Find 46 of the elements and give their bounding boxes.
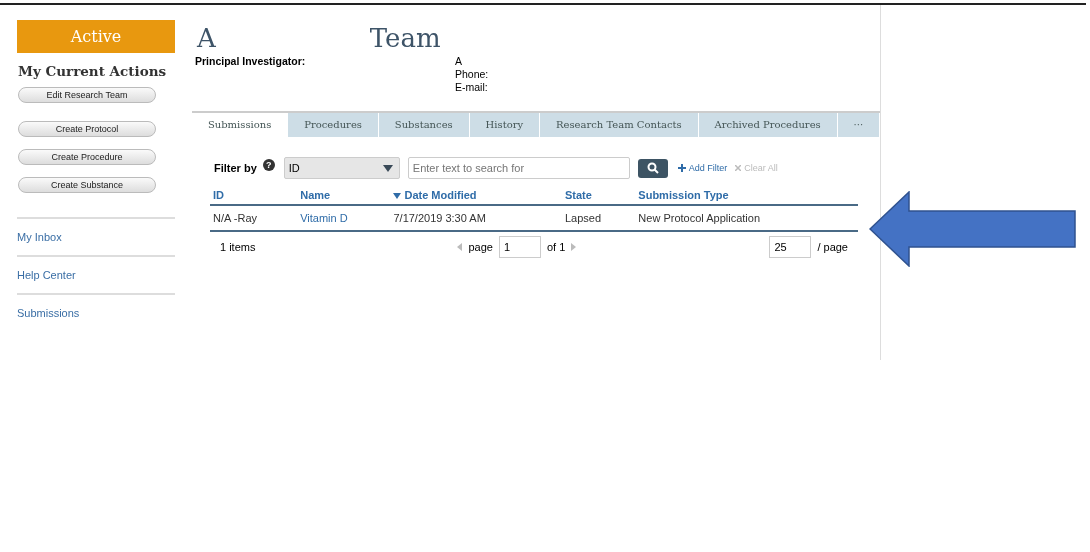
pi-label: Principal Investigator: — [194, 55, 307, 69]
nav-link[interactable]: Submissions — [17, 295, 175, 331]
column-header[interactable]: Submission Type — [635, 186, 858, 205]
sort-icon — [393, 193, 402, 199]
column-header[interactable]: Name — [297, 186, 391, 205]
tab[interactable]: Submissions — [192, 113, 289, 137]
action-button[interactable]: Create Protocol — [18, 121, 156, 137]
search-icon — [646, 162, 659, 174]
nav-link[interactable]: My Inbox — [17, 219, 175, 255]
action-button[interactable]: Create Procedure — [18, 149, 156, 165]
per-page-field[interactable]: 25 — [769, 236, 812, 258]
table-cell: 7/17/2019 3:30 AM — [390, 205, 562, 231]
nav-link[interactable]: Help Center — [17, 257, 175, 293]
pi-name: A — [455, 55, 463, 68]
column-header[interactable]: State — [561, 186, 636, 205]
add-filter-button[interactable]: Add Filter — [673, 163, 728, 173]
filter-dropdown[interactable]: ID — [283, 157, 400, 179]
prev-icon[interactable] — [457, 243, 463, 251]
page-title: A — [197, 23, 216, 53]
item-count: 1 items — [220, 241, 256, 253]
table-cell: Lapsed — [561, 205, 636, 231]
next-icon[interactable] — [571, 243, 577, 251]
help-icon[interactable]: ? — [262, 159, 275, 171]
column-header[interactable]: Date Modified — [390, 186, 562, 205]
action-button[interactable]: Create Substance — [18, 177, 156, 193]
table-cell: New Protocol Application — [635, 205, 858, 231]
search-button[interactable] — [637, 158, 668, 178]
arrow-icon — [869, 191, 1077, 267]
table-cell: N/A -Ray — [210, 205, 298, 231]
name-link[interactable]: Vitamin D — [297, 205, 391, 231]
pi-phone: Phone: — [455, 68, 489, 81]
filter-label: Filter by — [214, 162, 257, 174]
column-header[interactable]: ID — [210, 186, 298, 205]
plus-icon — [677, 164, 686, 172]
page-total: of 1 — [546, 241, 566, 253]
close-icon — [735, 165, 742, 171]
per-page-label: / page — [817, 241, 848, 253]
page-title: Team — [369, 23, 441, 53]
page-label: page — [468, 241, 493, 253]
caret-icon — [382, 164, 393, 172]
status-badge: Active — [17, 20, 175, 53]
action-button[interactable]: Edit Research Team — [18, 87, 156, 103]
page-field[interactable]: 1 — [498, 236, 541, 258]
section-title: My Current Actions — [18, 63, 168, 79]
search-field[interactable]: Enter text to search for — [407, 157, 630, 179]
pi-email: E-mail: — [455, 81, 489, 94]
